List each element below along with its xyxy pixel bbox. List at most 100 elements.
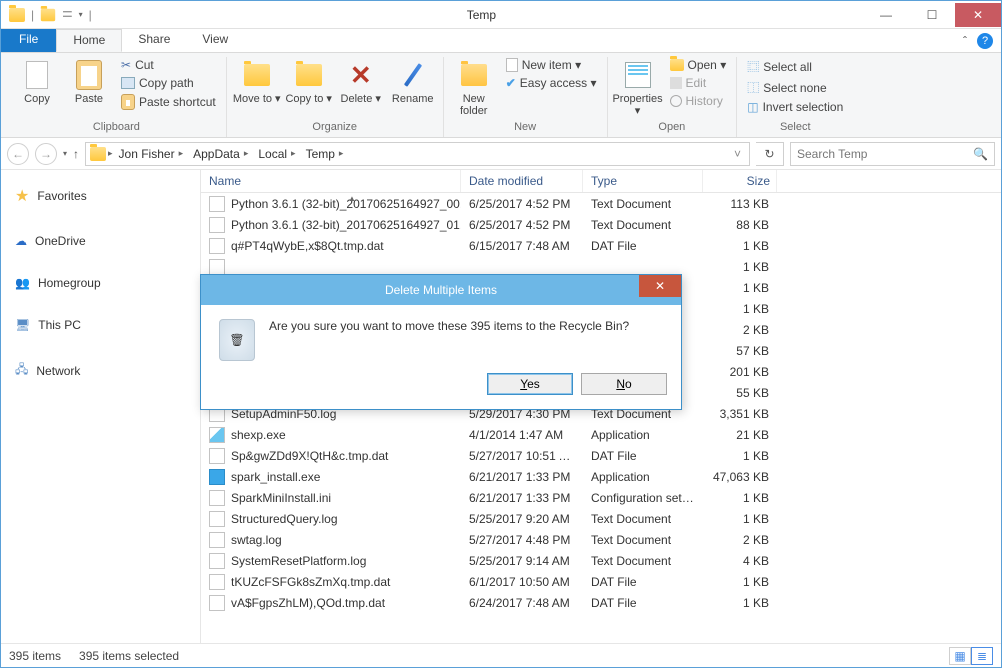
select-none-button[interactable]: ⿰Select none xyxy=(743,78,847,97)
dialog-title: Delete Multiple Items xyxy=(385,283,497,297)
table-row[interactable]: shexp.exe4/1/2014 1:47 AMApplication21 K… xyxy=(201,424,1001,445)
window-controls: — ☐ ✕ xyxy=(863,3,1001,27)
file-size: 113 KB xyxy=(703,197,777,211)
col-type[interactable]: Type xyxy=(583,170,703,192)
dialog-no-button[interactable]: No xyxy=(581,373,667,395)
maximize-button[interactable]: ☐ xyxy=(909,3,955,27)
pc-icon: 🖥 xyxy=(15,318,30,332)
bc-user[interactable]: Jon Fisher▸ xyxy=(115,147,188,161)
sidebar-item-onedrive[interactable]: ☁OneDrive xyxy=(11,226,190,256)
sidebar-item-thispc[interactable]: 🖥This PC xyxy=(11,310,190,340)
move-to-button[interactable]: Move to ▾ xyxy=(233,57,281,107)
nav-history-dropdown[interactable]: ▾ xyxy=(63,149,67,158)
file-type: Text Document xyxy=(583,197,703,211)
col-date[interactable]: Date modified xyxy=(461,170,583,192)
group-clipboard: Copy Paste ✂Cut Copy path Paste shortcut… xyxy=(7,57,227,137)
file-icon xyxy=(209,238,225,254)
refresh-button[interactable]: ↻ xyxy=(756,142,784,166)
bc-sep[interactable]: ▸ xyxy=(108,148,113,159)
paste-shortcut-button[interactable]: Paste shortcut xyxy=(117,93,220,111)
view-tiles-button[interactable]: ▦ xyxy=(949,647,971,665)
file-size: 1 KB xyxy=(703,281,777,295)
file-name: swtag.log xyxy=(231,533,282,547)
delete-button[interactable]: ✕Delete ▾ xyxy=(337,57,385,107)
properties-button[interactable]: Properties ▾ xyxy=(614,57,662,119)
dialog-close-button[interactable]: ✕ xyxy=(639,275,681,297)
table-row[interactable]: StructuredQuery.log5/25/2017 9:20 AMText… xyxy=(201,508,1001,529)
file-size: 1 KB xyxy=(703,260,777,274)
tab-home[interactable]: Home xyxy=(56,29,122,52)
view-details-button[interactable]: ≣ xyxy=(971,647,993,665)
tab-view[interactable]: View xyxy=(186,29,244,52)
sidebar-item-network[interactable]: 🖧Network xyxy=(11,352,190,389)
file-icon xyxy=(209,595,225,611)
file-name: spark_install.exe xyxy=(231,470,320,484)
table-row[interactable]: Python 3.6.1 (32-bit)_20170625164927_01.… xyxy=(201,214,1001,235)
table-row[interactable]: SparkMiniInstall.ini6/21/2017 1:33 PMCon… xyxy=(201,487,1001,508)
file-icon xyxy=(209,259,225,275)
file-type: Text Document xyxy=(583,554,703,568)
search-input[interactable]: Search Temp🔍 xyxy=(790,142,995,166)
table-row[interactable]: q#PT4qWybE,x$8Qt.tmp.dat6/15/2017 7:48 A… xyxy=(201,235,1001,256)
tab-share[interactable]: Share xyxy=(122,29,186,52)
copy-to-button[interactable]: Copy to ▾ xyxy=(285,57,333,107)
table-row[interactable]: Sp&gwZDd9X!QtH&c.tmp.dat5/27/2017 10:51 … xyxy=(201,445,1001,466)
recycle-bin-icon: 🗑 xyxy=(219,319,255,361)
easy-access-button[interactable]: ✔Easy access ▾ xyxy=(502,75,601,91)
bc-appdata[interactable]: AppData▸ xyxy=(189,147,252,161)
nav-back-button[interactable]: ← xyxy=(7,143,29,165)
qat-dropdown-icon[interactable]: ▾ xyxy=(79,10,83,19)
file-date: 6/15/2017 7:48 AM xyxy=(461,239,583,253)
file-size: 1 KB xyxy=(703,575,777,589)
status-bar: 395 items 395 items selected ▦ ≣ xyxy=(1,643,1001,667)
file-type: Text Document xyxy=(583,512,703,526)
group-new: New folder New item ▾ ✔Easy access ▾ New xyxy=(444,57,608,137)
table-row[interactable]: spark_install.exe6/21/2017 1:33 PMApplic… xyxy=(201,466,1001,487)
select-all-button[interactable]: ⿴Select all xyxy=(743,57,847,76)
open-button[interactable]: Open ▾ xyxy=(666,57,731,73)
collapse-ribbon-icon[interactable]: ˆ xyxy=(963,34,967,48)
rename-button[interactable]: Rename xyxy=(389,57,437,107)
file-icon xyxy=(209,469,225,485)
sidebar-item-homegroup[interactable]: 👥Homegroup xyxy=(11,268,190,298)
qat-save-icon[interactable]: = xyxy=(62,4,73,25)
file-icon xyxy=(209,196,225,212)
file-rows[interactable]: Python 3.6.1 (32-bit)_20170625164927_00.… xyxy=(201,193,1001,643)
new-folder-button[interactable]: New folder xyxy=(450,57,498,119)
close-button[interactable]: ✕ xyxy=(955,3,1001,27)
table-row[interactable]: swtag.log5/27/2017 4:48 PMText Document2… xyxy=(201,529,1001,550)
table-row[interactable]: SystemResetPlatform.log5/25/2017 9:14 AM… xyxy=(201,550,1001,571)
bc-temp[interactable]: Temp▸ xyxy=(302,147,348,161)
help-icon[interactable]: ? xyxy=(977,33,993,49)
bc-local[interactable]: Local▸ xyxy=(254,147,299,161)
copy-button[interactable]: Copy xyxy=(13,57,61,107)
breadcrumb[interactable]: ▸ Jon Fisher▸ AppData▸ Local▸ Temp▸ ˅ xyxy=(85,142,750,166)
copy-path-button[interactable]: Copy path xyxy=(117,75,220,91)
table-row[interactable]: vA$FgpsZhLM),QOd.tmp.dat6/24/2017 7:48 A… xyxy=(201,592,1001,613)
dialog-yes-button[interactable]: Yes xyxy=(487,373,573,395)
file-date: 5/25/2017 9:20 AM xyxy=(461,512,583,526)
table-row[interactable]: tKUZcFSFGk8sZmXq.tmp.dat6/1/2017 10:50 A… xyxy=(201,571,1001,592)
qat-open-icon[interactable] xyxy=(41,8,55,21)
tab-file[interactable]: File xyxy=(1,29,56,52)
nav-up-button[interactable]: ↑ xyxy=(73,147,79,161)
table-row[interactable]: Python 3.6.1 (32-bit)_20170625164927_00.… xyxy=(201,193,1001,214)
sidebar-item-favorites[interactable]: ★Favorites xyxy=(11,178,190,214)
minimize-button[interactable]: — xyxy=(863,3,909,27)
invert-selection-button[interactable]: ◫Invert selection xyxy=(743,99,847,115)
new-item-button[interactable]: New item ▾ xyxy=(502,57,601,73)
file-icon xyxy=(209,490,225,506)
explorer-window: | = ▾ | Temp — ☐ ✕ File Home Share View … xyxy=(0,0,1002,668)
nav-forward-button[interactable]: → xyxy=(35,143,57,165)
cut-button[interactable]: ✂Cut xyxy=(117,57,220,73)
dialog-title-bar[interactable]: Delete Multiple Items ✕ xyxy=(201,275,681,305)
paste-button[interactable]: Paste xyxy=(65,57,113,107)
history-button[interactable]: History xyxy=(666,93,731,109)
bc-dropdown-icon[interactable]: ˅ xyxy=(730,147,745,161)
col-size[interactable]: Size xyxy=(703,170,777,192)
dialog-text: Are you sure you want to move these 395 … xyxy=(269,319,629,333)
col-name[interactable]: Name xyxy=(201,170,461,192)
file-name: SystemResetPlatform.log xyxy=(231,554,366,568)
file-size: 1 KB xyxy=(703,302,777,316)
file-icon xyxy=(209,448,225,464)
